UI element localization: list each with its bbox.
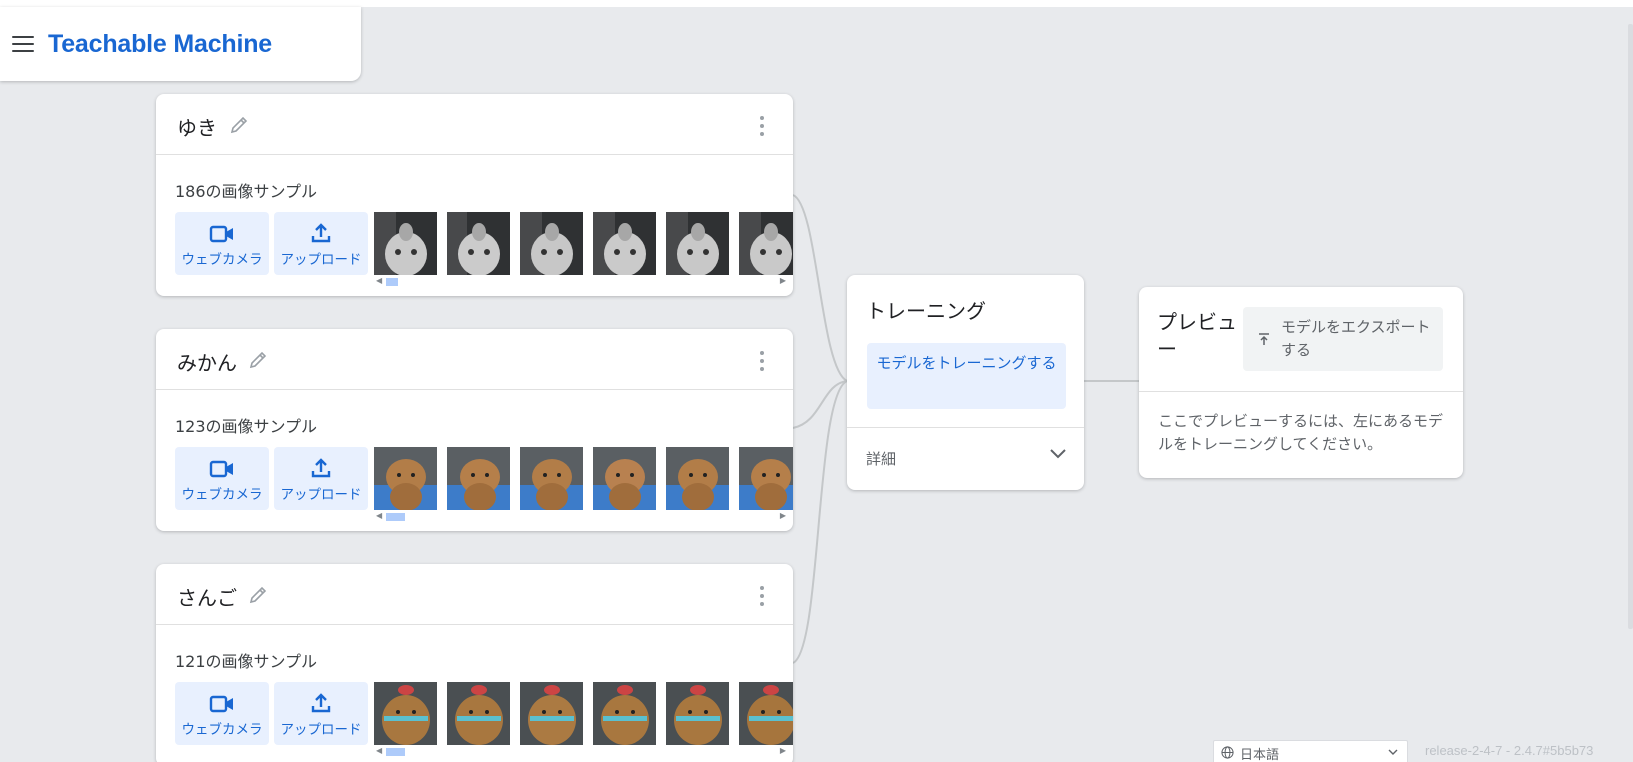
scroll-right-icon[interactable]: ▶: [780, 276, 786, 285]
scroll-thumb[interactable]: [386, 278, 398, 286]
chevron-down-icon: [1388, 749, 1398, 755]
upload-button-label: アップロード: [280, 487, 362, 503]
preview-title: プレビュー: [1157, 310, 1237, 361]
sample-thumbnail[interactable]: [520, 682, 584, 745]
language-label: 日本語: [1240, 748, 1280, 762]
divider: [847, 427, 1084, 428]
sample-thumbnail[interactable]: [593, 682, 657, 745]
upload-button-label: アップロード: [280, 722, 362, 738]
sample-thumbnail[interactable]: [374, 682, 437, 745]
class-card: さんご 121の画像サンプル ウェブカメラ アップロード ◀ ▶: [156, 564, 793, 762]
language-select[interactable]: 日本語: [1213, 740, 1408, 762]
webcam-button-label: ウェブカメラ: [181, 252, 263, 268]
page-scrollbar[interactable]: [1628, 24, 1633, 629]
thumbnail-scrollbar[interactable]: ◀ ▶: [374, 276, 786, 286]
training-card: トレーニング モデルをトレーニングする 詳細: [847, 275, 1084, 490]
sample-thumbnail[interactable]: [374, 212, 437, 275]
export-model-button[interactable]: モデルをエクスポートする: [1243, 307, 1443, 371]
upload-button[interactable]: アップロード: [274, 212, 368, 275]
sample-thumbnail[interactable]: [593, 212, 657, 275]
sample-thumbnail[interactable]: [666, 682, 730, 745]
sample-thumbnail[interactable]: [447, 212, 511, 275]
pencil-icon[interactable]: [229, 115, 249, 135]
video-camera-icon: [209, 460, 233, 478]
class-card: みかん 123の画像サンプル ウェブカメラ アップロード ◀ ▶: [156, 329, 793, 531]
sample-thumbnail[interactable]: [447, 447, 511, 510]
app-header: Teachable Machine: [0, 7, 361, 81]
video-camera-icon: [209, 695, 233, 713]
class-name[interactable]: みかん: [177, 347, 237, 376]
sample-count: 123の画像サンプル: [175, 417, 318, 436]
sample-thumbnail[interactable]: [739, 212, 793, 275]
more-options-icon[interactable]: [759, 586, 765, 606]
more-options-icon[interactable]: [759, 116, 765, 136]
upload-icon: [311, 458, 331, 478]
webcam-button-label: ウェブカメラ: [181, 487, 263, 503]
class-name[interactable]: ゆき: [177, 112, 217, 141]
sample-thumbnail[interactable]: [520, 212, 584, 275]
upload-button[interactable]: アップロード: [274, 447, 368, 510]
webcam-button[interactable]: ウェブカメラ: [175, 212, 269, 275]
scroll-right-icon[interactable]: ▶: [780, 746, 786, 755]
sample-thumbnail[interactable]: [374, 447, 437, 510]
video-camera-icon: [209, 225, 233, 243]
advanced-details-toggle[interactable]: 詳細: [866, 448, 896, 469]
webcam-button[interactable]: ウェブカメラ: [175, 447, 269, 510]
pencil-icon[interactable]: [248, 350, 268, 370]
sample-thumbnail[interactable]: [520, 447, 584, 510]
scroll-left-icon[interactable]: ◀: [376, 276, 382, 285]
sample-thumbnail[interactable]: [447, 682, 511, 745]
training-title: トレーニング: [866, 299, 986, 323]
scroll-thumb[interactable]: [386, 513, 405, 521]
sample-thumbnail[interactable]: [739, 447, 793, 510]
scroll-right-icon[interactable]: ▶: [780, 511, 786, 520]
chevron-down-icon[interactable]: [1048, 447, 1068, 461]
thumbnail-strip[interactable]: [374, 447, 793, 510]
train-model-button[interactable]: モデルをトレーニングする: [867, 343, 1066, 409]
sample-thumbnail[interactable]: [666, 447, 730, 510]
sample-count: 121の画像サンプル: [175, 652, 318, 671]
upload-button[interactable]: アップロード: [274, 682, 368, 745]
more-options-icon[interactable]: [759, 351, 765, 371]
menu-icon[interactable]: [12, 36, 34, 52]
upload-icon: [311, 223, 331, 243]
thumbnail-strip[interactable]: [374, 212, 793, 275]
pencil-icon[interactable]: [248, 585, 268, 605]
divider: [1139, 391, 1463, 392]
thumbnail-scrollbar[interactable]: ◀ ▶: [374, 511, 786, 521]
class-card-header: さんご: [156, 564, 793, 625]
webcam-button[interactable]: ウェブカメラ: [175, 682, 269, 745]
sample-thumbnail[interactable]: [739, 682, 793, 745]
preview-card: プレビュー モデルをエクスポートする ここでプレビューするには、左にあるモデルを…: [1139, 287, 1463, 478]
export-button-label: モデルをエクスポートする: [1281, 318, 1431, 359]
webcam-button-label: ウェブカメラ: [181, 722, 263, 738]
scroll-thumb[interactable]: [386, 748, 405, 756]
thumbnail-scrollbar[interactable]: ◀ ▶: [374, 746, 786, 756]
sample-thumbnail[interactable]: [593, 447, 657, 510]
thumbnail-strip[interactable]: [374, 682, 793, 745]
globe-icon: [1221, 746, 1234, 759]
class-card: ゆき 186の画像サンプル ウェブカメラ アップロード ◀ ▶: [156, 94, 793, 296]
scroll-left-icon[interactable]: ◀: [376, 511, 382, 520]
app-title[interactable]: Teachable Machine: [48, 30, 272, 59]
class-card-header: みかん: [156, 329, 793, 390]
class-card-header: ゆき: [156, 94, 793, 155]
version-label: release-2-4-7 - 2.4.7#5b5b73: [1425, 743, 1594, 758]
class-name[interactable]: さんご: [177, 582, 237, 611]
sample-count: 186の画像サンプル: [175, 182, 318, 201]
sample-thumbnail[interactable]: [666, 212, 730, 275]
scroll-left-icon[interactable]: ◀: [376, 746, 382, 755]
export-icon: [1259, 333, 1269, 345]
upload-icon: [311, 693, 331, 713]
upload-button-label: アップロード: [280, 252, 362, 268]
preview-message: ここでプレビューするには、左にあるモデルをトレーニングしてください。: [1158, 412, 1444, 453]
